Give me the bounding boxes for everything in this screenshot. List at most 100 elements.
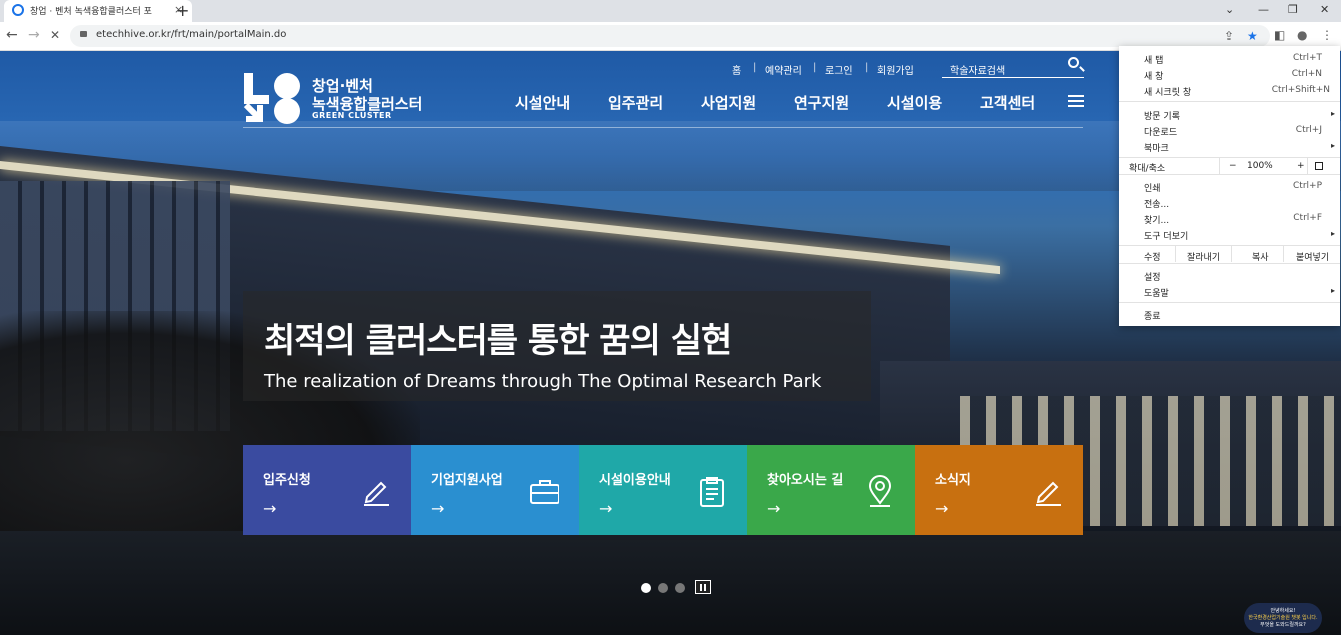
slide-dot-2[interactable] <box>658 583 668 593</box>
header-divider <box>243 127 1083 128</box>
menu-shortcut: Ctrl+N <box>1291 69 1322 79</box>
profile-icon[interactable]: ● <box>1297 28 1307 42</box>
menu-divider-vertical <box>1175 246 1176 262</box>
gnb-facility-use[interactable]: 시설이용 <box>887 92 942 113</box>
zoom-out-button[interactable]: − <box>1229 161 1237 171</box>
submenu-arrow-icon: ▸ <box>1330 229 1335 238</box>
util-separator: | <box>753 62 757 73</box>
menu-shortcut: Ctrl+J <box>1295 125 1322 135</box>
menu-cast[interactable]: 전송... <box>1144 197 1169 210</box>
hamburger-menu-icon[interactable] <box>1068 95 1084 107</box>
menu-settings[interactable]: 설정 <box>1144 270 1161 283</box>
close-window-button[interactable]: ✕ <box>1320 3 1329 16</box>
util-home-link[interactable]: 홈 <box>732 62 741 77</box>
gnb-customer-center[interactable]: 고객센터 <box>980 92 1035 113</box>
quick-menu-label: 입주신청 <box>263 473 311 488</box>
tab-search-icon[interactable]: ⌄ <box>1225 3 1234 16</box>
slide-dot-3[interactable] <box>675 583 685 593</box>
menu-history[interactable]: 방문 기록 <box>1144 109 1180 122</box>
zoom-in-button[interactable]: + <box>1297 161 1305 171</box>
menu-find[interactable]: 찾기... <box>1144 213 1169 226</box>
minimize-button[interactable]: — <box>1258 3 1269 16</box>
menu-divider <box>1119 302 1340 303</box>
site-logo-icon[interactable] <box>242 71 302 125</box>
menu-new-tab[interactable]: 새 탭 <box>1144 53 1163 66</box>
gnb-tenant-management[interactable]: 입주관리 <box>608 92 663 113</box>
logo-subtitle: GREEN CLUSTER <box>312 111 392 120</box>
chatbot-greeting: 안녕하세요! <box>1270 608 1296 614</box>
util-signup-link[interactable]: 회원가입 <box>877 62 914 77</box>
menu-divider-vertical <box>1283 246 1284 262</box>
chatbot-question: 무엇을 도와드릴까요? <box>1260 622 1306 628</box>
more-menu-icon[interactable]: ⋮ <box>1321 28 1333 42</box>
fullscreen-icon[interactable] <box>1315 162 1323 170</box>
gnb-facility-info[interactable]: 시설안내 <box>515 92 570 113</box>
gnb-business-support[interactable]: 사업지원 <box>701 92 756 113</box>
submenu-arrow-icon: ▸ <box>1330 286 1335 295</box>
menu-incognito[interactable]: 새 시크릿 창 <box>1144 85 1191 98</box>
menu-paste[interactable]: 붙여넣기 <box>1296 250 1329 263</box>
submenu-arrow-icon: ▸ <box>1330 141 1335 150</box>
menu-cut[interactable]: 잘라내기 <box>1187 250 1220 263</box>
menu-bookmarks[interactable]: 북마크 <box>1144 141 1169 154</box>
location-pin-icon <box>868 475 892 507</box>
menu-new-window[interactable]: 새 창 <box>1144 69 1163 82</box>
pencil-icon <box>1036 481 1061 506</box>
tab-title: 창업 · 벤처 녹색융합클러스터 포 <box>30 7 152 17</box>
quick-menu-label: 시설이용안내 <box>599 473 671 488</box>
side-panel-icon[interactable]: ◧ <box>1274 28 1285 42</box>
menu-edit-label: 수정 <box>1144 253 1161 263</box>
menu-divider <box>1119 245 1340 246</box>
briefcase-icon <box>530 480 559 504</box>
url-text[interactable]: etechhive.or.kr/frt/main/portalMain.do <box>96 29 286 40</box>
search-placeholder[interactable]: 학술자료검색 <box>950 62 1005 77</box>
util-separator: | <box>813 62 817 73</box>
util-reservation-link[interactable]: 예약관리 <box>765 62 802 77</box>
background-ground <box>0 531 1341 635</box>
arrow-right-icon: → <box>935 499 949 518</box>
util-login-link[interactable]: 로그인 <box>825 62 853 77</box>
menu-shortcut: Ctrl+T <box>1292 53 1322 63</box>
menu-help[interactable]: 도움말 <box>1144 286 1169 299</box>
quick-menu-facility-guide[interactable]: 시설이용안내 → <box>579 445 747 535</box>
forward-button[interactable]: → <box>28 27 40 43</box>
menu-print[interactable]: 인쇄 <box>1144 181 1161 194</box>
quick-menu-directions[interactable]: 찾아오시는 길 → <box>747 445 915 535</box>
menu-shortcut: Ctrl+F <box>1293 213 1322 223</box>
bookmark-star-icon[interactable]: ★ <box>1247 29 1258 43</box>
search-icon[interactable] <box>1068 57 1079 68</box>
arrow-right-icon: → <box>263 499 277 518</box>
menu-divider <box>1119 263 1340 264</box>
quick-menu-label: 소식지 <box>935 473 971 488</box>
browser-tab[interactable]: 창업 · 벤처 녹색융합클러스터 포 × <box>4 0 192 22</box>
hero-title: 최적의 클러스터를 통한 꿈의 실현 <box>264 321 732 361</box>
quick-menu-business-support[interactable]: 기업지원사업 → <box>411 445 579 535</box>
pencil-icon <box>364 481 389 506</box>
quick-menu-label: 찾아오시는 길 <box>767 473 844 488</box>
slide-dot-1[interactable] <box>641 583 651 593</box>
stop-button[interactable]: ✕ <box>50 28 60 42</box>
menu-more-tools[interactable]: 도구 더보기 <box>1144 229 1188 242</box>
quick-menu-tenant-application[interactable]: 입주신청 → <box>243 445 411 535</box>
quick-menu-newsletter[interactable]: 소식지 → <box>915 445 1083 535</box>
arrow-right-icon: → <box>431 499 445 518</box>
gnb-research-support[interactable]: 연구지원 <box>794 92 849 113</box>
tab-bar: 창업 · 벤처 녹색융합클러스터 포 × + ⌄ — ❐ ✕ <box>0 0 1341 22</box>
menu-shortcut: Ctrl+P <box>1293 181 1322 191</box>
menu-copy[interactable]: 복사 <box>1252 250 1269 263</box>
menu-divider <box>1119 174 1340 175</box>
new-tab-button[interactable]: + <box>176 1 189 20</box>
maximize-button[interactable]: ❐ <box>1288 3 1298 16</box>
back-button[interactable]: ← <box>6 27 18 43</box>
menu-exit[interactable]: 종료 <box>1144 309 1161 322</box>
util-separator: | <box>865 62 869 73</box>
address-bar[interactable]: etechhive.or.kr/frt/main/portalMain.do ⇪… <box>70 25 1270 47</box>
submenu-arrow-icon: ▸ <box>1330 109 1335 118</box>
menu-downloads[interactable]: 다운로드 <box>1144 125 1177 138</box>
slide-pause-button[interactable] <box>695 580 711 594</box>
share-icon[interactable]: ⇪ <box>1224 29 1234 43</box>
search-input[interactable]: 학술자료검색 <box>942 59 1084 78</box>
arrow-right-icon: → <box>599 499 613 518</box>
zoom-level: 100% <box>1247 161 1273 171</box>
chatbot-button[interactable]: 안녕하세요! 한국환경산업기술원 챗봇 입니다. 무엇을 도와드릴까요? <box>1244 603 1322 633</box>
